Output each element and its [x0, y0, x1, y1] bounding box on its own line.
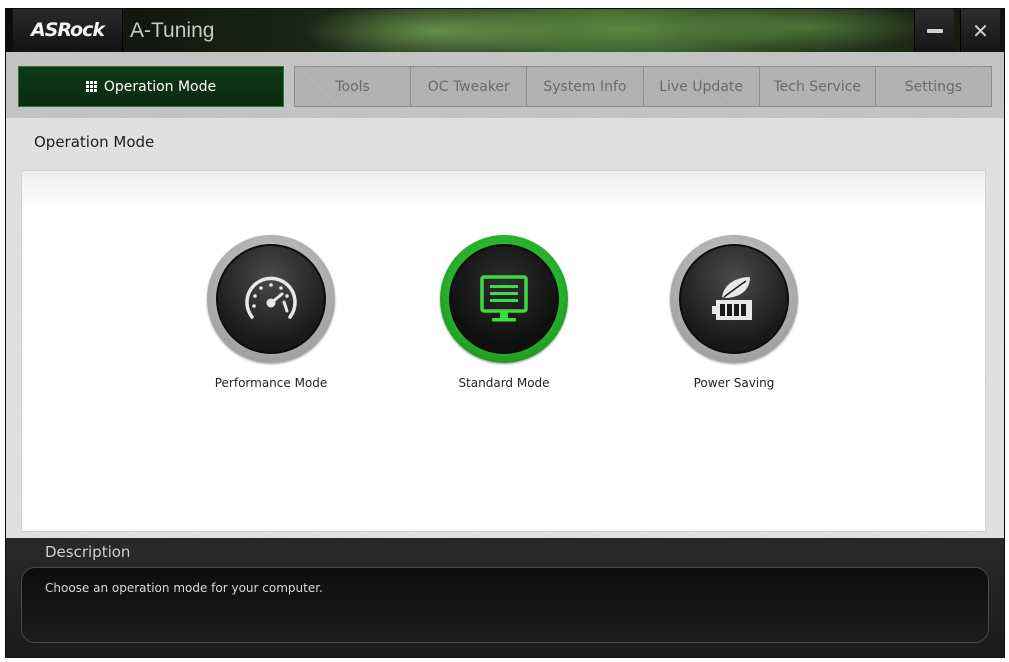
tab-operation-mode[interactable]: Operation Mode	[18, 66, 284, 107]
tab-tech-service[interactable]: Tech Service	[760, 67, 876, 106]
performance-mode-label: Performance Mode	[214, 376, 328, 390]
monitor-icon	[480, 275, 528, 322]
description-text: Choose an operation mode for your comput…	[45, 581, 323, 595]
performance-mode-button[interactable]: Performance Mode	[171, 235, 371, 405]
standard-mode-button[interactable]: Standard Mode	[404, 235, 604, 405]
page-title: Operation Mode	[34, 133, 155, 151]
main-tabs: Tools OC Tweaker System Info Live Update…	[294, 66, 992, 107]
tab-live-update[interactable]: Live Update	[644, 67, 760, 106]
tab-label: Operation Mode	[103, 78, 217, 95]
app-title: A-Tuning	[130, 19, 215, 42]
mode-ring	[670, 235, 798, 363]
tab-system-info[interactable]: System Info	[527, 67, 644, 106]
mode-disc	[679, 244, 789, 354]
mode-disc	[216, 244, 326, 354]
power-saving-button[interactable]: Power Saving	[634, 235, 834, 405]
mode-ring-selected	[440, 235, 568, 363]
mode-disc	[449, 244, 559, 354]
mode-ring	[207, 235, 335, 363]
tab-tools[interactable]: Tools	[295, 67, 412, 106]
minimize-icon	[926, 28, 943, 33]
asrock-logo: ASRock	[13, 9, 123, 52]
a-tuning-app: ASRock A-Tuning ✕ Operation Mode Tools O…	[0, 0, 1009, 662]
power-saving-label: Power Saving	[693, 376, 775, 390]
standard-mode-label: Standard Mode	[458, 376, 550, 390]
tab-settings[interactable]: Settings	[876, 67, 991, 106]
speedometer-icon	[245, 276, 297, 319]
leaf-battery-icon	[712, 277, 752, 320]
title-bar: ASRock A-Tuning ✕	[6, 9, 1004, 52]
close-icon: ✕	[972, 18, 989, 43]
close-button[interactable]: ✕	[960, 9, 1000, 52]
minimize-button[interactable]	[914, 9, 954, 52]
grid-icon	[85, 81, 97, 92]
description-title: Description	[45, 543, 131, 561]
tab-oc-tweaker[interactable]: OC Tweaker	[411, 67, 528, 106]
description-box	[21, 567, 989, 643]
